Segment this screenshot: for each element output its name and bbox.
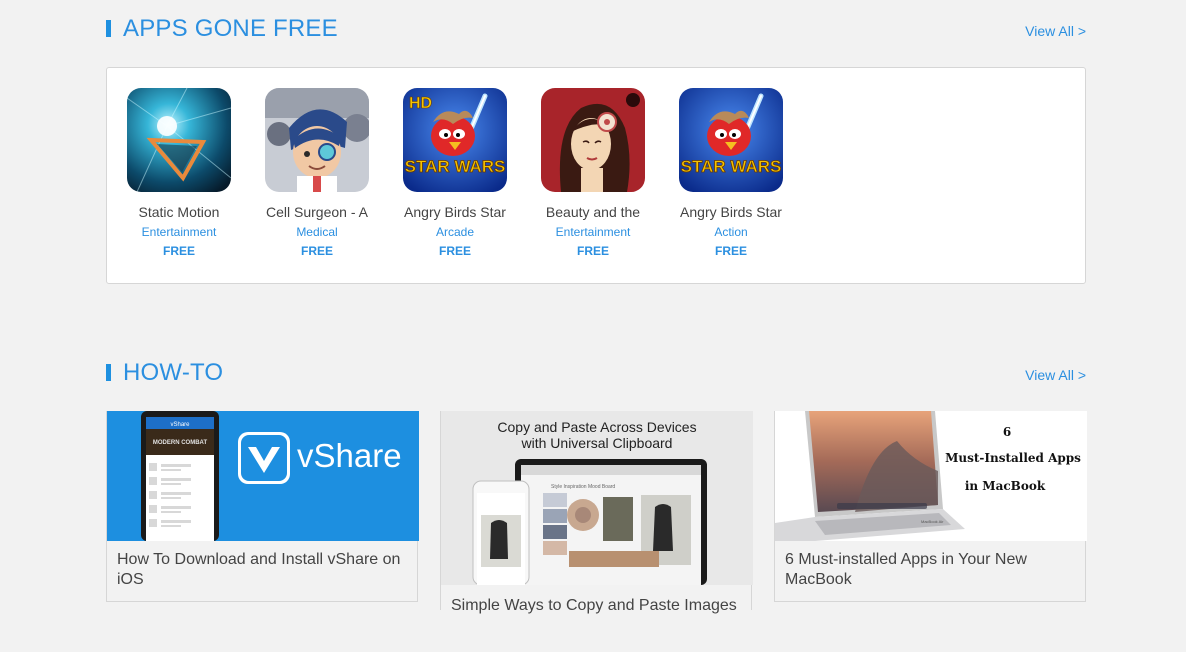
article-card[interactable]: vShare MODERN COMBAT vShare How To Downl… [106, 411, 419, 602]
article-card[interactable]: MacBook Air 6 Must-Installed Apps in Mac… [774, 411, 1087, 602]
article-title[interactable]: How To Download and Install vShare on iO… [107, 541, 417, 600]
app-name: Angry Birds Star [680, 204, 782, 220]
app-item[interactable]: Cell Surgeon - A Medical FREE [248, 88, 386, 259]
app-price: FREE [576, 244, 609, 258]
app-name: Static Motion [138, 204, 220, 220]
thumb-line-3: in MacBook [965, 479, 1046, 493]
app-price: FREE [162, 244, 195, 258]
thumb-headline-1: Copy and Paste Across Devices [497, 419, 696, 435]
app-price: FREE [438, 244, 471, 258]
app-category: Arcade [435, 225, 475, 239]
app-category: Entertainment [141, 225, 217, 239]
article-thumbnail[interactable]: MacBook Air 6 Must-Installed Apps in Mac… [775, 411, 1087, 541]
app-price: FREE [714, 244, 747, 258]
vshare-brand-text: vShare [297, 437, 402, 474]
app-price: FREE [300, 244, 333, 258]
section-title: APPS GONE FREE [123, 15, 338, 42]
article-title[interactable]: 6 Must-installed Apps in Your New MacBoo… [775, 541, 1085, 600]
article-thumbnail[interactable]: Copy and Paste Across Devices with Unive… [441, 411, 753, 585]
thumb-board-label: Style Inspiration Mood Board [551, 484, 615, 490]
app-category: Entertainment [555, 225, 631, 239]
app-item[interactable]: Static Motion Entertainment FREE [110, 88, 248, 259]
article-thumbnail[interactable]: vShare MODERN COMBAT vShare [107, 411, 419, 541]
phone-banner-text: MODERN COMBAT [153, 440, 208, 446]
static-motion-icon[interactable] [127, 88, 231, 192]
section-title: HOW-TO [123, 359, 224, 386]
thumb-laptop-label: MacBook Air [921, 519, 944, 524]
app-item[interactable]: STAR WARS Angry Birds Star Action FREE [662, 88, 800, 259]
icon-text: STAR WARS [681, 157, 782, 176]
article-card[interactable]: Copy and Paste Across Devices with Unive… [440, 411, 753, 614]
beauty-and-the-icon[interactable] [541, 88, 645, 192]
angry-birds-star-wars-icon[interactable]: STAR WARS [679, 88, 783, 192]
how-to-header: HOW-TO View All > [106, 359, 1086, 389]
app-category: Action [714, 225, 748, 239]
angry-birds-star-wars-hd-icon[interactable]: STAR WARS HD [403, 88, 507, 192]
app-name: Angry Birds Star [404, 204, 506, 220]
view-all-apps-link[interactable]: View All > [1025, 22, 1086, 40]
cell-surgeon-icon[interactable] [265, 88, 369, 192]
section-marker [106, 364, 111, 381]
app-name: Beauty and the [545, 204, 641, 220]
apps-gone-free-header: APPS GONE FREE View All > [106, 15, 1086, 45]
icon-text: STAR WARS [405, 157, 506, 176]
thumb-line-2: Must-Installed Apps [945, 451, 1081, 465]
icon-badge: HD [409, 95, 432, 112]
app-name: Cell Surgeon - A [266, 204, 368, 220]
phone-header-text: vShare [170, 422, 190, 428]
app-item[interactable]: STAR WARS HD Angry Birds Star Arcade FRE… [386, 88, 524, 259]
article-title[interactable]: Simple Ways to Copy and Paste Images [441, 585, 751, 626]
thumb-line-1: 6 [1003, 425, 1011, 439]
view-all-howto-link[interactable]: View All > [1025, 366, 1086, 384]
thumb-headline-2: with Universal Clipboard [521, 435, 673, 451]
app-item[interactable]: Beauty and the Entertainment FREE [524, 88, 662, 259]
app-category: Medical [296, 225, 338, 239]
section-marker [106, 20, 111, 37]
apps-gone-free-panel: Static Motion Entertainment FREE Cell Su… [106, 67, 1086, 284]
